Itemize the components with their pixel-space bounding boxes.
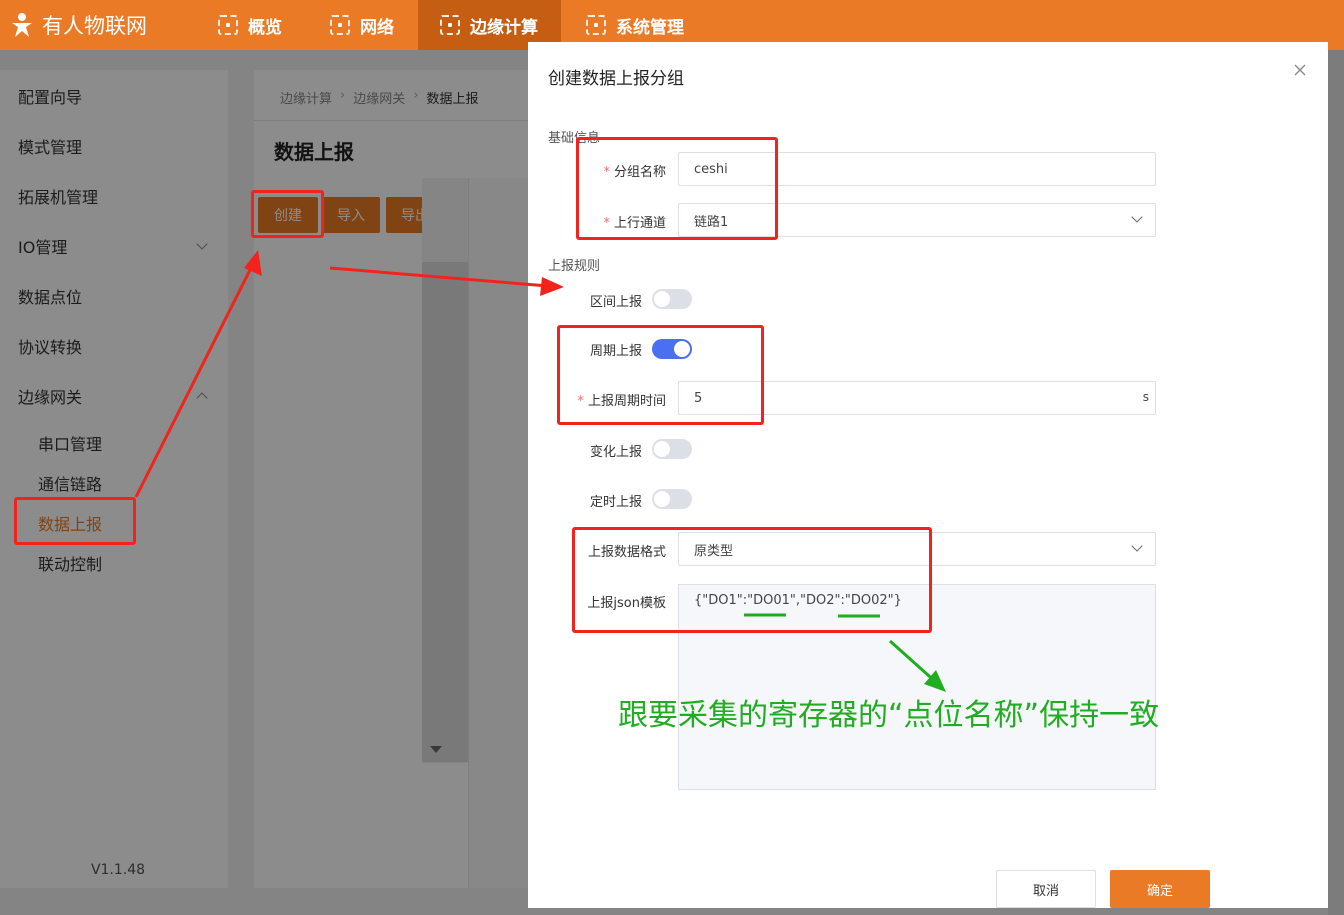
confirm-button[interactable]: 确定: [1110, 870, 1210, 908]
annotation-box-sidebar: [14, 497, 136, 545]
brand[interactable]: 有人物联网: [8, 0, 147, 50]
annotation-box-basic: [576, 137, 778, 240]
dialog-title: 创建数据上报分组: [548, 69, 684, 89]
chevron-down-icon: [1131, 540, 1143, 552]
change-report-switch[interactable]: [652, 439, 692, 459]
annotation-box-create: [251, 190, 324, 238]
cancel-button[interactable]: 取消: [996, 870, 1096, 908]
nav-overview[interactable]: 概览: [218, 0, 318, 50]
nav-system-management-label: 系统管理: [616, 17, 684, 38]
close-icon[interactable]: [1292, 62, 1308, 78]
period-time-unit: s: [1142, 390, 1149, 404]
interval-report-switch[interactable]: [652, 289, 692, 309]
nav-edge-computing-label: 边缘计算: [470, 17, 538, 38]
brand-name: 有人物联网: [42, 14, 147, 38]
interval-report-label: 区间上报: [589, 295, 642, 310]
overview-icon: [218, 15, 238, 35]
timed-report-label: 定时上报: [589, 495, 642, 510]
timed-report-switch[interactable]: [652, 489, 692, 509]
network-icon: [330, 15, 350, 35]
nav-network-label: 网络: [360, 17, 394, 38]
annotation-note: 跟要采集的寄存器的“点位名称”保持一致: [618, 698, 1160, 733]
nav-overview-label: 概览: [248, 17, 282, 38]
system-management-icon: [586, 15, 606, 35]
brand-logo-icon: [12, 13, 32, 37]
page-scrollbar[interactable]: [1328, 50, 1344, 915]
chevron-down-icon: [1131, 211, 1143, 223]
annotation-box-periodic: [557, 325, 764, 425]
section-report-rules: 上报规则: [548, 259, 601, 274]
nav-network[interactable]: 网络: [330, 0, 420, 50]
change-report-label: 变化上报: [589, 445, 642, 460]
annotation-box-format: [572, 527, 932, 633]
edge-computing-icon: [440, 15, 460, 35]
